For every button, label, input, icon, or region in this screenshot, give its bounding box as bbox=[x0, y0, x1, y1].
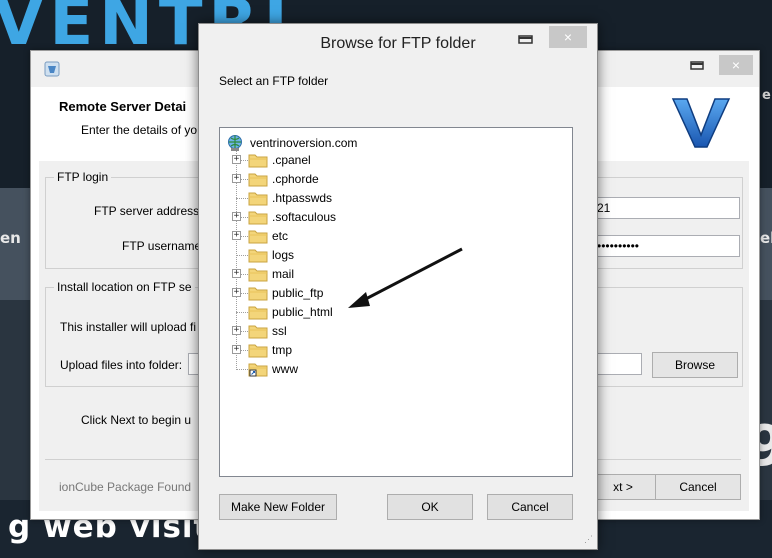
tree-item-folder[interactable]: .htpasswds bbox=[232, 189, 432, 207]
tree-item-folder[interactable]: + mail bbox=[232, 265, 432, 283]
tree-item-label: public_html bbox=[272, 305, 333, 319]
tree-item-label: mail bbox=[272, 267, 295, 281]
header-subtitle: Enter the details of yo bbox=[81, 123, 198, 137]
next-hint-text: Click Next to begin u bbox=[81, 413, 192, 427]
dialog-cancel-button[interactable]: Cancel bbox=[487, 494, 573, 520]
ftp-password-field[interactable]: •••••••••• bbox=[592, 235, 740, 257]
tree-item-label: logs bbox=[272, 248, 295, 262]
tree-item-folder[interactable]: + .cphorde bbox=[232, 170, 432, 188]
folder-icon bbox=[248, 306, 268, 320]
folder-icon bbox=[248, 287, 268, 301]
tree-item-label: etc bbox=[272, 229, 289, 243]
folder-icon bbox=[248, 268, 268, 282]
expand-icon[interactable]: + bbox=[232, 326, 241, 335]
install-location-description: This installer will upload fi bbox=[60, 320, 197, 334]
expand-icon[interactable]: + bbox=[232, 212, 241, 221]
ftp-username-label: FTP username bbox=[122, 239, 202, 253]
dialog-prompt: Select an FTP folder bbox=[219, 74, 329, 88]
tree-item-folder[interactable]: public_html bbox=[232, 303, 432, 321]
tree-item-label: .cpanel bbox=[272, 153, 311, 167]
folder-icon bbox=[248, 154, 268, 168]
expand-icon[interactable]: + bbox=[232, 345, 241, 354]
installer-close-button[interactable]: × bbox=[719, 55, 753, 75]
tree-item-folder[interactable]: + etc bbox=[232, 227, 432, 245]
tree-connector bbox=[236, 198, 248, 199]
folder-shortcut-icon bbox=[248, 363, 268, 377]
tree-connector bbox=[236, 312, 248, 313]
server-globe-icon bbox=[228, 135, 242, 151]
restore-icon[interactable] bbox=[687, 55, 707, 75]
folder-icon bbox=[248, 211, 268, 225]
tree-item-label: .htpasswds bbox=[272, 191, 333, 205]
browse-ftp-folder-dialog: Browse for FTP folder × Select an FTP fo… bbox=[198, 23, 598, 550]
expand-icon[interactable]: + bbox=[232, 174, 241, 183]
expand-icon[interactable]: + bbox=[232, 288, 241, 297]
v-logo-icon bbox=[671, 98, 731, 148]
website-side-text-left: en bbox=[0, 229, 21, 247]
tree-item-label: public_ftp bbox=[272, 286, 324, 300]
install-location-legend: Install location on FTP se bbox=[54, 280, 195, 294]
tree-item-folder[interactable]: + .softaculous bbox=[232, 208, 432, 226]
ftp-port-field[interactable]: 21 bbox=[592, 197, 740, 219]
ftp-login-legend: FTP login bbox=[54, 170, 112, 184]
restore-icon[interactable] bbox=[515, 30, 537, 48]
folder-icon bbox=[248, 192, 268, 206]
folder-icon bbox=[248, 249, 268, 263]
upload-folder-label: Upload files into folder: bbox=[60, 358, 183, 372]
folder-icon bbox=[248, 230, 268, 244]
folder-icon bbox=[248, 325, 268, 339]
ok-button[interactable]: OK bbox=[387, 494, 473, 520]
tree-item-label: ssl bbox=[272, 324, 287, 338]
folder-icon bbox=[248, 344, 268, 358]
tree-item-folder[interactable]: + .cpanel bbox=[232, 151, 432, 169]
tree-item-label: .softaculous bbox=[272, 210, 337, 224]
tree-item-folder[interactable]: + public_ftp bbox=[232, 284, 432, 302]
tree-item-folder[interactable]: + ssl bbox=[232, 322, 432, 340]
expand-icon[interactable]: + bbox=[232, 155, 241, 164]
ftp-server-label: FTP server address bbox=[94, 204, 200, 218]
folder-tree[interactable]: ventrinoversion.com + .cpanel + .cphorde .ht… bbox=[219, 127, 573, 477]
folder-icon bbox=[248, 173, 268, 187]
make-new-folder-button[interactable]: Make New Folder bbox=[219, 494, 337, 520]
dialog-titlebar: Browse for FTP folder × bbox=[199, 24, 597, 64]
installer-app-icon bbox=[44, 61, 60, 77]
browse-button[interactable]: Browse bbox=[652, 352, 738, 378]
header-title: Remote Server Detai bbox=[59, 99, 187, 114]
website-side-text-right: el bbox=[760, 229, 772, 247]
cancel-button[interactable]: Cancel bbox=[655, 474, 741, 500]
tree-item-label: .cphorde bbox=[272, 172, 319, 186]
tree-connector bbox=[236, 255, 248, 256]
tree-item-folder[interactable]: www bbox=[232, 360, 432, 378]
expand-icon[interactable]: + bbox=[232, 269, 241, 278]
dialog-title: Browse for FTP folder bbox=[320, 35, 476, 52]
dialog-close-button[interactable]: × bbox=[549, 26, 587, 48]
tree-root-label: ventrinoversion.com bbox=[250, 136, 358, 150]
expand-icon[interactable]: + bbox=[232, 231, 241, 240]
resize-grip-icon[interactable]: ⋰ bbox=[584, 534, 593, 545]
footer-text: ionCube Package Found bbox=[59, 480, 192, 494]
website-side-text-right-top: e bbox=[762, 88, 771, 103]
tree-item-label: www bbox=[272, 362, 298, 376]
tree-item-label: tmp bbox=[272, 343, 293, 357]
tree-item-folder[interactable]: logs bbox=[232, 246, 432, 264]
tree-item-folder[interactable]: + tmp bbox=[232, 341, 432, 359]
tree-connector bbox=[236, 369, 248, 370]
